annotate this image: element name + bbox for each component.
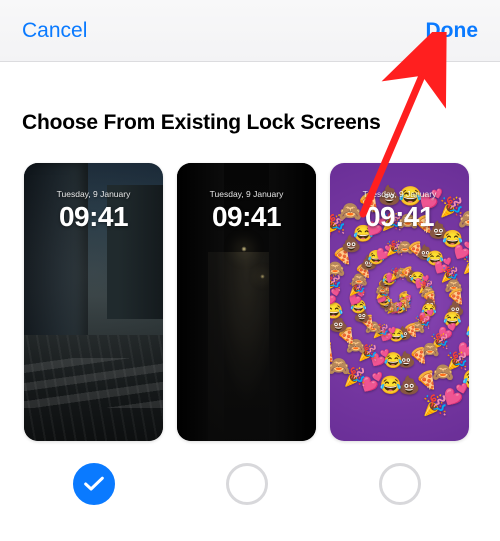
cancel-button[interactable]: Cancel <box>22 19 87 43</box>
thumb-date: Tuesday, 9 January <box>24 189 163 199</box>
lockscreen-row: Tuesday, 9 January 09:41 Tuesday, 9 Janu… <box>24 163 482 505</box>
lockscreen-thumbnail-3[interactable]: Tuesday, 9 January 09:41 🍕💩😂💕🎉🙈🍕💩😂💕🎉🙈🍕💩😂… <box>330 163 469 441</box>
content: Choose From Existing Lock Screens Tuesda… <box>0 62 500 505</box>
done-button[interactable]: Done <box>426 19 479 43</box>
lockscreen-slot: Tuesday, 9 January 09:41 🍕💩😂💕🎉🙈🍕💩😂💕🎉🙈🍕💩😂… <box>330 163 469 505</box>
lockscreen-thumbnail-1[interactable]: Tuesday, 9 January 09:41 <box>24 163 163 441</box>
thumb-time: 09:41 <box>177 201 316 233</box>
thumb-date: Tuesday, 9 January <box>330 189 469 199</box>
thumb-time: 09:41 <box>24 201 163 233</box>
thumb-date: Tuesday, 9 January <box>177 189 316 199</box>
select-radio-3[interactable] <box>379 463 421 505</box>
navbar: Cancel Done <box>0 0 500 62</box>
checkmark-icon <box>84 476 104 492</box>
thumb-time: 09:41 <box>330 201 469 233</box>
lockscreen-thumbnail-2[interactable]: Tuesday, 9 January 09:41 <box>177 163 316 441</box>
select-radio-2[interactable] <box>226 463 268 505</box>
section-heading: Choose From Existing Lock Screens <box>22 111 482 135</box>
lockscreen-slot: Tuesday, 9 January 09:41 <box>177 163 316 505</box>
lockscreen-slot: Tuesday, 9 January 09:41 <box>24 163 163 505</box>
select-radio-1[interactable] <box>73 463 115 505</box>
